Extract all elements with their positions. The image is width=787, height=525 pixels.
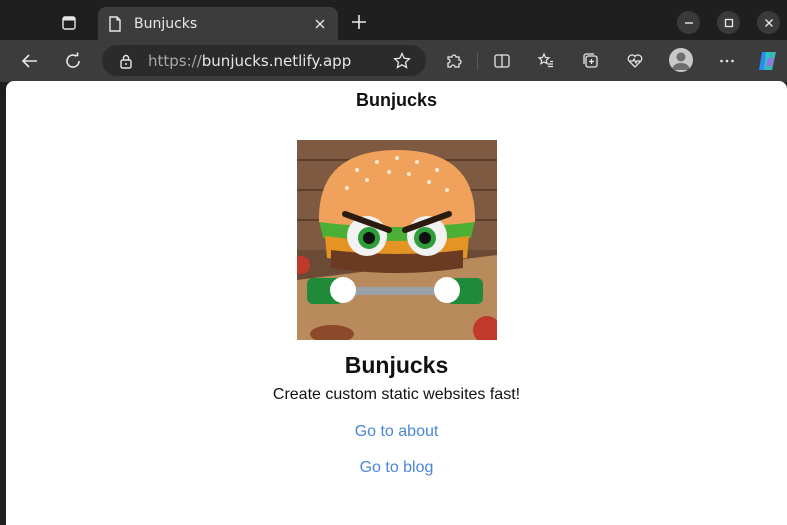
go-to-blog-link[interactable]: Go to blog — [360, 459, 434, 476]
address-url: https://bunjucks.netlify.app — [148, 52, 351, 70]
close-icon — [315, 19, 325, 28]
browser-essentials-button[interactable] — [622, 48, 648, 74]
extensions-button[interactable] — [441, 48, 467, 74]
minimize-button[interactable] — [677, 11, 700, 34]
new-tab-button[interactable] — [347, 10, 371, 34]
page-icon — [109, 15, 121, 32]
favorites-icon — [537, 52, 553, 68]
tab-actions-icon — [62, 16, 76, 30]
blog-link-row: Go to blog — [6, 459, 787, 477]
maximize-icon — [724, 18, 733, 27]
tab-strip: Bunjucks — [0, 0, 787, 40]
split-screen-button[interactable] — [489, 48, 515, 74]
minimize-icon — [684, 21, 693, 24]
copilot-button[interactable] — [755, 48, 781, 74]
back-button[interactable] — [17, 48, 43, 74]
star-icon — [393, 52, 411, 69]
tab-close-button[interactable] — [310, 14, 330, 34]
more-button[interactable] — [714, 48, 740, 74]
collections-button[interactable] — [578, 48, 604, 74]
about-link-row: Go to about — [6, 423, 787, 441]
url-host: bunjucks.netlify.app — [201, 51, 352, 70]
refresh-button[interactable] — [60, 48, 86, 74]
plus-icon — [352, 15, 366, 29]
favorite-star-button[interactable] — [392, 51, 412, 71]
maximize-button[interactable] — [717, 11, 740, 34]
burger-mascot-image — [297, 140, 497, 340]
page-content: Bunjucks Bunjucks Create custom static w… — [6, 81, 787, 525]
tab-title: Bunjucks — [134, 15, 198, 32]
browser-toolbar: https://bunjucks.netlify.app — [0, 40, 787, 82]
page-title: Bunjucks — [344, 352, 449, 378]
tab-actions-button[interactable] — [54, 9, 84, 37]
profile-avatar[interactable] — [669, 48, 693, 72]
collections-icon — [583, 53, 598, 68]
url-scheme: https:// — [148, 51, 202, 70]
extensions-icon — [447, 54, 462, 68]
refresh-icon — [66, 52, 80, 68]
back-icon — [21, 54, 37, 68]
split-screen-icon — [494, 54, 510, 68]
active-tab[interactable]: Bunjucks — [98, 7, 338, 40]
browser-essentials-icon — [627, 54, 643, 68]
toolbar-separator — [477, 52, 478, 70]
close-window-button[interactable] — [757, 11, 780, 34]
favorites-button[interactable] — [533, 48, 559, 74]
lock-icon[interactable] — [118, 53, 134, 69]
more-icon — [720, 59, 734, 63]
page-header: Bunjucks — [355, 90, 438, 110]
go-to-about-link[interactable]: Go to about — [355, 423, 439, 440]
close-window-icon — [764, 18, 773, 27]
address-bar[interactable]: https://bunjucks.netlify.app — [102, 45, 426, 76]
copilot-icon — [759, 52, 776, 70]
tagline: Create custom static websites fast! — [272, 386, 521, 403]
